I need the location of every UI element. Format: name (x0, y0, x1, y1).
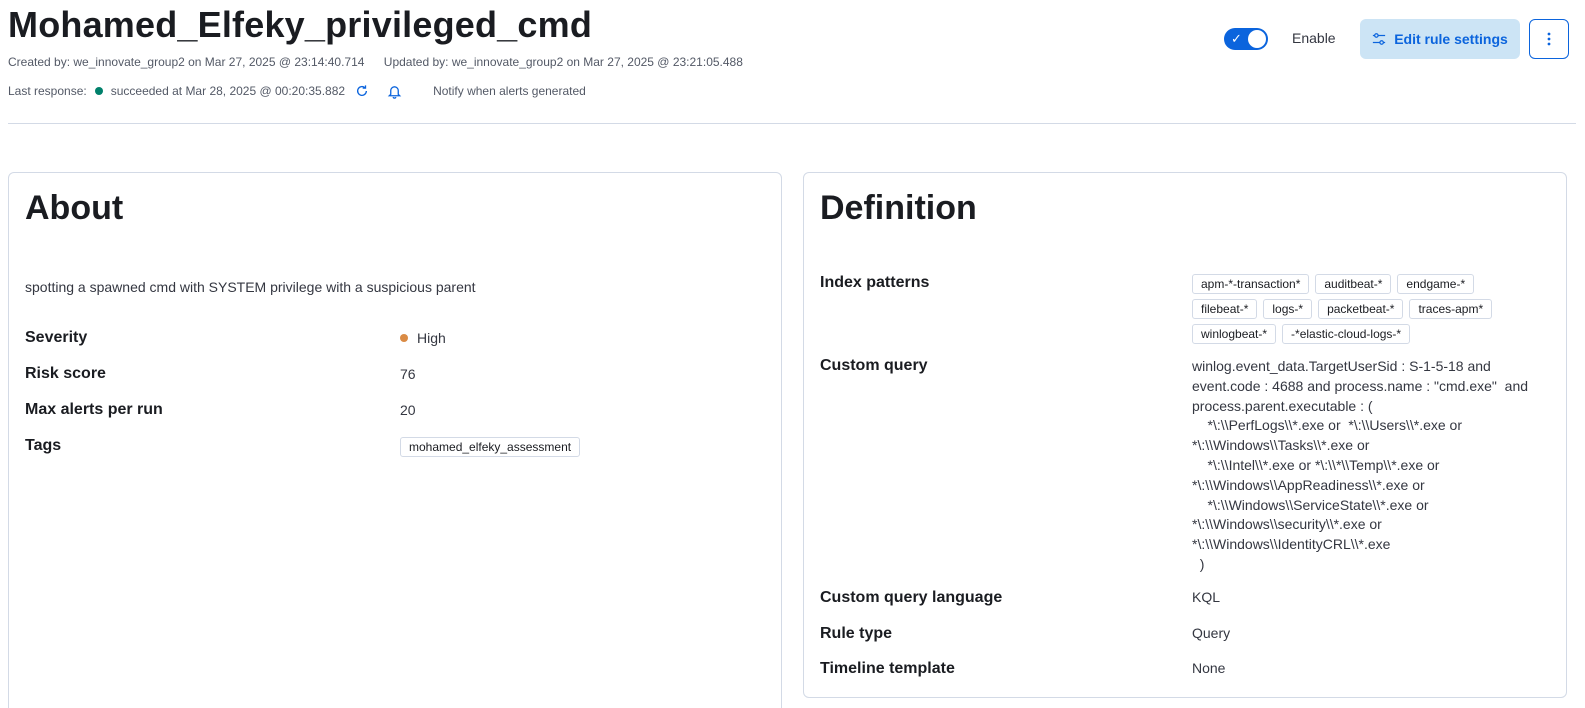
custom-query-value: winlog.event_data.TargetUserSid : S-1-5-… (1192, 358, 1529, 572)
notify-text[interactable]: Notify when alerts generated (433, 84, 586, 98)
custom-query-label: Custom query (820, 357, 928, 374)
max-alerts-row: Max alerts per run 20 (25, 401, 765, 419)
more-actions-button[interactable] (1529, 19, 1569, 59)
rule-description: spotting a spawned cmd with SYSTEM privi… (25, 279, 476, 295)
definition-title: Definition (820, 189, 977, 227)
rule-header: Mohamed_Elfeky_privileged_cmd Created by… (8, 0, 1576, 124)
rule-type-label: Rule type (820, 625, 893, 642)
last-response: Last response: succeeded at Mar 28, 2025… (8, 82, 586, 100)
severity-value-wrap: High (400, 329, 446, 347)
risk-score-value: 76 (400, 366, 416, 382)
risk-score-label: Risk score (25, 365, 106, 382)
rule-type-value: Query (1192, 625, 1231, 641)
index-pattern-badge[interactable]: endgame-* (1397, 274, 1475, 294)
index-patterns-list: apm-*-transaction* auditbeat-* endgame-*… (1192, 274, 1532, 349)
bell-icon[interactable] (385, 82, 403, 100)
timeline-template-row: Timeline template None (820, 660, 1560, 678)
about-title: About (25, 189, 124, 227)
max-alerts-value: 20 (400, 402, 416, 418)
timeline-template-label: Timeline template (820, 660, 955, 677)
severity-value: High (417, 330, 446, 346)
sliders-icon (1373, 33, 1386, 45)
query-language-value: KQL (1192, 589, 1221, 605)
severity-dot-icon (400, 334, 408, 342)
risk-score-row: Risk score 76 (25, 365, 765, 383)
index-patterns-row: Index patterns apm-*-transaction* auditb… (820, 274, 1560, 349)
tags-list: mohamed_elfeky_assessment (400, 437, 581, 457)
toggle-knob (1248, 30, 1266, 48)
edit-rule-settings-button[interactable]: Edit rule settings (1360, 19, 1520, 59)
rule-type-row: Rule type Query (820, 625, 1560, 643)
tags-label: Tags (25, 437, 62, 454)
index-pattern-badge[interactable]: -*elastic-cloud-logs-* (1282, 324, 1411, 344)
tags-row: Tags mohamed_elfeky_assessment (25, 437, 765, 457)
last-response-status: succeeded at Mar 28, 2025 @ 00:20:35.882 (110, 84, 346, 98)
created-by-text: Created by: we_innovate_group2 on Mar 27… (8, 55, 365, 69)
rule-meta: Created by: we_innovate_group2 on Mar 27… (8, 55, 743, 69)
index-pattern-badge[interactable]: winlogbeat-* (1192, 324, 1277, 344)
edit-rule-settings-label: Edit rule settings (1394, 31, 1508, 47)
refresh-icon[interactable] (353, 82, 371, 100)
definition-panel: Definition Index patterns apm-*-transact… (803, 172, 1567, 698)
about-panel: About spotting a spawned cmd with SYSTEM… (8, 172, 782, 708)
index-pattern-badge[interactable]: traces-apm* (1409, 299, 1493, 319)
custom-query-row: Custom query winlog.event_data.TargetUse… (820, 357, 1560, 575)
enable-toggle[interactable]: ✓ (1224, 28, 1268, 50)
index-pattern-badge[interactable]: filebeat-* (1192, 299, 1258, 319)
page-title: Mohamed_Elfeky_privileged_cmd (8, 4, 593, 45)
severity-label: Severity (25, 329, 88, 346)
index-pattern-badge[interactable]: auditbeat-* (1315, 274, 1392, 294)
severity-row: Severity High (25, 329, 765, 347)
check-icon: ✓ (1231, 31, 1242, 46)
index-pattern-badge[interactable]: logs-* (1263, 299, 1313, 319)
enable-label: Enable (1292, 30, 1336, 46)
updated-by-text: Updated by: we_innovate_group2 on Mar 27… (383, 55, 743, 69)
index-pattern-badge[interactable]: packetbeat-* (1318, 299, 1404, 319)
status-dot-icon (94, 87, 103, 95)
timeline-template-value: None (1192, 660, 1226, 676)
query-language-label: Custom query language (820, 589, 1003, 606)
query-language-row: Custom query language KQL (820, 589, 1560, 607)
more-vertical-icon (1547, 32, 1551, 46)
index-pattern-badge[interactable]: apm-*-transaction* (1192, 274, 1310, 294)
tag-badge[interactable]: mohamed_elfeky_assessment (400, 437, 581, 457)
index-patterns-label: Index patterns (820, 274, 930, 291)
last-response-label: Last response: (8, 84, 87, 98)
max-alerts-label: Max alerts per run (25, 401, 163, 418)
